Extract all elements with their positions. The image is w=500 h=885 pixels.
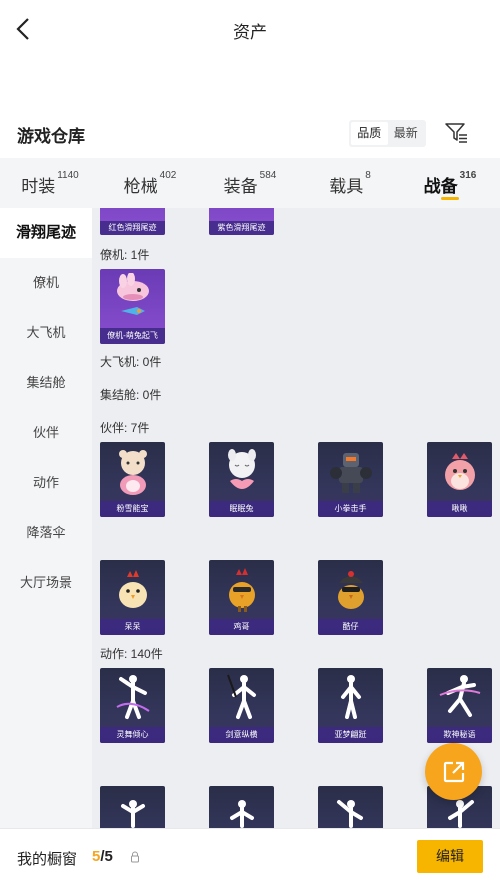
item-name: 粉雪能宝 [100,501,165,517]
tab-guns[interactable]: 枪械402 [100,158,200,208]
item-name: 呆呆 [100,619,165,635]
tab-label: 时装 [21,177,56,196]
item-card[interactable]: 剑意纵横 [209,668,274,743]
item-card[interactable]: 小拳击手 [318,442,383,517]
item-name: 酷仔 [318,619,383,635]
item-card[interactable] [100,786,165,828]
item-card[interactable]: 灵舞倾心 [100,668,165,743]
showcase-total: /5 [100,848,113,865]
showcase-footer: 我的橱窗 5/5 编辑 [0,828,500,885]
tab-label: 载具 [329,177,364,196]
sleepy-bunny-image [209,442,274,501]
item-name: 红色滑翔尾迹 [100,221,165,235]
item-grid: 红色滑翔尾迹 紫色滑翔尾迹 僚机: 1件 僚机-萌兔起飞 大飞机: 0件 集结舱… [92,208,500,828]
item-name: 小拳击手 [318,501,383,517]
tab-vehicles[interactable]: 载具8 [300,158,400,208]
item-card[interactable]: 粉雪能宝 [100,442,165,517]
item-card[interactable]: 紫色滑翔尾迹 [209,208,274,235]
tab-label: 装备 [223,177,258,196]
showcase-count: 5/5 [92,848,113,865]
tab-fashion[interactable]: 时装1140 [0,158,100,208]
item-card[interactable]: 酷仔 [318,560,383,635]
sort-quality-button[interactable]: 品质 [351,122,388,145]
sidebar-item-partner[interactable]: 伙伴 [0,408,92,458]
item-name: 僚机-萌兔起飞 [100,328,165,344]
item-name: 啾啾 [427,501,492,517]
sidebar-item-wingman[interactable]: 僚机 [0,258,92,308]
item-name: 灵舞倾心 [100,727,165,743]
sidebar: 滑翔尾迹 僚机 大飞机 集结舱 伙伴 动作 降落伞 大厅场景 [0,208,92,828]
item-name: 眠眠兔 [209,501,274,517]
tab-count: 584 [259,170,277,181]
boxer-robot-image [318,442,383,501]
tab-count: 1140 [57,170,79,181]
pink-bear-image [100,442,165,501]
edit-button[interactable]: 编辑 [417,840,483,873]
sword-silhouette-image [209,668,274,727]
showcase-label: 我的橱窗 [17,851,78,868]
dancer-silhouette-image [100,668,165,727]
item-card[interactable]: 僚机-萌兔起飞 [100,269,165,344]
capsule-count-label: 集结舱: 0件 [100,388,162,402]
item-card[interactable] [209,786,274,828]
sidebar-item-glide-trail[interactable]: 滑翔尾迹 [0,208,92,258]
top-header: 资产 [0,0,500,60]
sidebar-item-capsule[interactable]: 集结舱 [0,358,92,408]
filter-icon[interactable] [444,122,468,144]
action-count-label: 动作: 140件 [100,647,163,661]
sidebar-item-lobby-scene[interactable]: 大厅场景 [0,558,92,608]
sidebar-item-bigplane[interactable]: 大飞机 [0,308,92,358]
item-card[interactable]: 呆呆 [100,560,165,635]
bigplane-count-label: 大飞机: 0件 [100,355,162,369]
mystic-dancer-image [427,668,492,727]
tab-battle-prep[interactable]: 战备316 [400,158,500,208]
item-name: 剑意纵横 [209,727,274,743]
item-card[interactable] [318,786,383,828]
chick-image [100,560,165,619]
item-name: 欺神秘语 [427,727,492,743]
share-icon [443,761,464,782]
lock-icon [131,851,139,863]
partner-count-label: 伙伴: 7件 [100,421,150,435]
bunny-plane-image [100,269,165,328]
sidebar-item-action[interactable]: 动作 [0,458,92,508]
tab-count: 402 [159,170,177,181]
category-tabs: 时装1140 枪械402 装备584 载具8 战备316 [0,158,500,208]
item-name: 鸡哥 [209,619,274,635]
dancer-silhouette-image [318,786,383,828]
sort-toggle: 品质 最新 [349,120,426,147]
item-card[interactable]: 亚梦翩跹 [318,668,383,743]
active-tab-indicator [441,197,459,200]
tab-label: 枪械 [123,177,158,196]
item-card[interactable]: 欺神秘语 [427,668,492,743]
pink-bird-image [427,442,492,501]
tab-label: 战备 [423,177,458,196]
item-card[interactable]: 鸡哥 [209,560,274,635]
dancer-silhouette-image [209,786,274,828]
tab-count: 8 [365,170,371,181]
item-name: 紫色滑翔尾迹 [209,221,274,235]
sidebar-item-parachute[interactable]: 降落伞 [0,508,92,558]
dancer-silhouette-image [100,786,165,828]
tab-count: 316 [459,170,477,181]
warehouse-title: 游戏仓库 [17,127,85,146]
dream-dancer-image [318,668,383,727]
share-button[interactable] [425,743,482,800]
sort-latest-button[interactable]: 最新 [388,122,425,145]
tab-equipment[interactable]: 装备584 [200,158,300,208]
page-title: 资产 [233,23,267,42]
item-name: 亚梦翩跹 [318,727,383,743]
wingman-count-label: 僚机: 1件 [100,248,150,262]
item-card[interactable]: 红色滑翔尾迹 [100,208,165,235]
item-card[interactable]: 啾啾 [427,442,492,517]
item-card[interactable]: 眠眠兔 [209,442,274,517]
cool-duck-image [318,560,383,619]
rooster-image [209,560,274,619]
